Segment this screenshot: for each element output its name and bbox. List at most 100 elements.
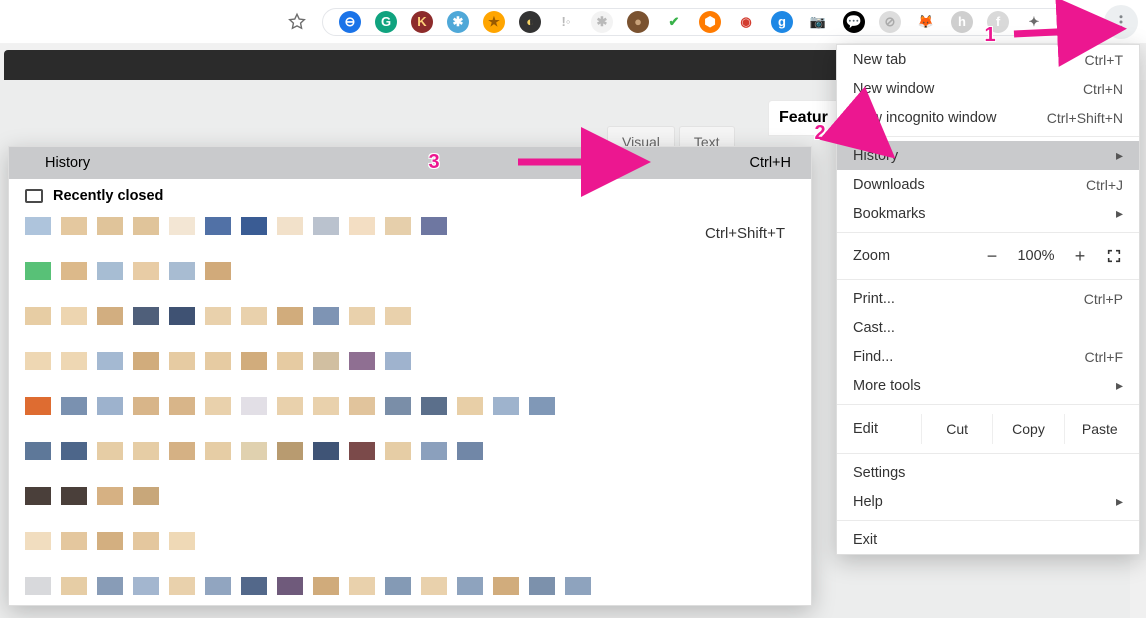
shortcut-label: Ctrl+P [1084,291,1123,307]
blurred-pixel [97,352,123,370]
menu-history-label: History [853,148,1116,164]
extension-icon[interactable]: ● [627,11,649,33]
history-item[interactable] [25,442,805,460]
shortcut-label: Ctrl+N [1083,81,1123,97]
blurred-pixel [277,577,303,595]
blurred-pixel [61,532,87,550]
extension-icon[interactable]: K [411,11,433,33]
extension-icon[interactable]: ☻ [1059,11,1081,33]
menu-settings[interactable]: Settings [837,458,1139,487]
extension-icon[interactable]: h [951,11,973,33]
menu-find-[interactable]: Find...Ctrl+F [837,342,1139,371]
blurred-pixel [133,442,159,460]
blurred-pixel [313,442,339,460]
zoom-out-button[interactable]: − [975,242,1009,270]
extension-icon[interactable]: f [987,11,1009,33]
scrollbar-track[interactable] [1130,560,1146,618]
extension-icon[interactable]: g [771,11,793,33]
blurred-pixel [313,217,339,235]
blurred-pixel [277,217,303,235]
extension-icon[interactable]: ◐ [519,11,541,33]
chevron-right-icon: ▸ [1116,493,1123,510]
extension-icon[interactable]: ✱ [591,11,613,33]
menu-item-label: New window [853,81,1083,97]
menu-downloads[interactable]: DownloadsCtrl+J [837,170,1139,199]
extension-icon[interactable]: ⬢ [699,11,721,33]
blurred-pixel [385,307,411,325]
history-item[interactable] [25,487,805,505]
history-item[interactable] [25,217,805,235]
extension-icon-group: ⊖ GK ✱ ★ ◐ !◦ ✱ ● ✔ ⬢ ◉ g 📷 💬 ⊘ 🦊 hf ✦ ☻ [322,8,1090,36]
blurred-pixel [169,397,195,415]
history-item[interactable] [25,532,805,550]
blurred-pixel [349,577,375,595]
extension-icon[interactable]: ✱ [447,11,469,33]
menu-item-label: Cast... [853,320,1123,336]
bookmark-star-icon[interactable] [286,11,308,33]
menu-cast-[interactable]: Cast... [837,313,1139,342]
menu-item-label: Print... [853,291,1084,307]
menu-bookmarks[interactable]: Bookmarks▸ [837,199,1139,228]
extension-icon[interactable]: 💬 [843,11,865,33]
menu-help[interactable]: Help▸ [837,487,1139,516]
blurred-pixel [313,397,339,415]
blurred-pixel [133,352,159,370]
blurred-pixel [25,352,51,370]
extension-icon[interactable]: ⊘ [879,11,901,33]
recently-closed-icon [25,189,43,203]
extension-icon[interactable]: !◦ [555,11,577,33]
menu-exit[interactable]: Exit [837,525,1139,554]
extension-icon[interactable]: ✦ [1023,11,1045,33]
blurred-pixel [205,397,231,415]
extension-icon[interactable]: 🦊 [915,11,937,33]
blurred-pixel [97,577,123,595]
menu-new-tab[interactable]: New tabCtrl+T [837,45,1139,74]
edit-paste[interactable]: Paste [1064,414,1135,444]
extension-icon[interactable]: G [375,11,397,33]
blurred-pixel [61,352,87,370]
blurred-pixel [25,217,51,235]
history-open-full[interactable]: History Ctrl+H [9,147,811,179]
fullscreen-icon[interactable] [1097,242,1131,270]
extension-icon[interactable]: ★ [483,11,505,33]
history-item[interactable] [25,352,805,370]
blurred-pixel [529,577,555,595]
blurred-pixel [133,397,159,415]
blurred-pixel [421,397,447,415]
blurred-pixel [421,442,447,460]
menu-more-tools[interactable]: More tools▸ [837,371,1139,400]
extension-icon[interactable]: ⊖ [339,11,361,33]
chrome-menu-button[interactable] [1104,5,1138,39]
shortcut-label: Ctrl+F [1085,349,1124,365]
blurred-pixel [349,217,375,235]
history-item[interactable] [25,262,805,280]
blurred-pixel [457,442,483,460]
blurred-pixel [277,307,303,325]
extension-icon[interactable]: ◉ [735,11,757,33]
blurred-pixel [97,262,123,280]
shortcut-label: Ctrl+T [1085,52,1124,68]
menu-print-[interactable]: Print...Ctrl+P [837,284,1139,313]
edit-cut[interactable]: Cut [921,414,992,444]
blurred-pixel [529,397,555,415]
extension-icon[interactable]: 📷 [807,11,829,33]
blurred-pixel [25,262,51,280]
menu-new-window[interactable]: New windowCtrl+N [837,74,1139,103]
history-item[interactable] [25,397,805,415]
blurred-pixel [97,487,123,505]
blurred-pixel [25,577,51,595]
zoom-in-button[interactable]: + [1063,242,1097,270]
blurred-pixel [61,217,87,235]
history-item[interactable] [25,577,805,595]
blurred-pixel [349,397,375,415]
history-item[interactable] [25,307,805,325]
menu-item-label: Settings [853,465,1123,481]
extension-icon[interactable]: ✔ [663,11,685,33]
blurred-pixel [133,577,159,595]
menu-history[interactable]: History ▸ [837,141,1139,170]
menu-zoom-row: Zoom − 100% + [837,237,1139,275]
menu-new-incognito-window[interactable]: New incognito windowCtrl+Shift+N [837,103,1139,132]
blurred-pixel [61,487,87,505]
edit-copy[interactable]: Copy [992,414,1063,444]
blurred-pixel [313,577,339,595]
